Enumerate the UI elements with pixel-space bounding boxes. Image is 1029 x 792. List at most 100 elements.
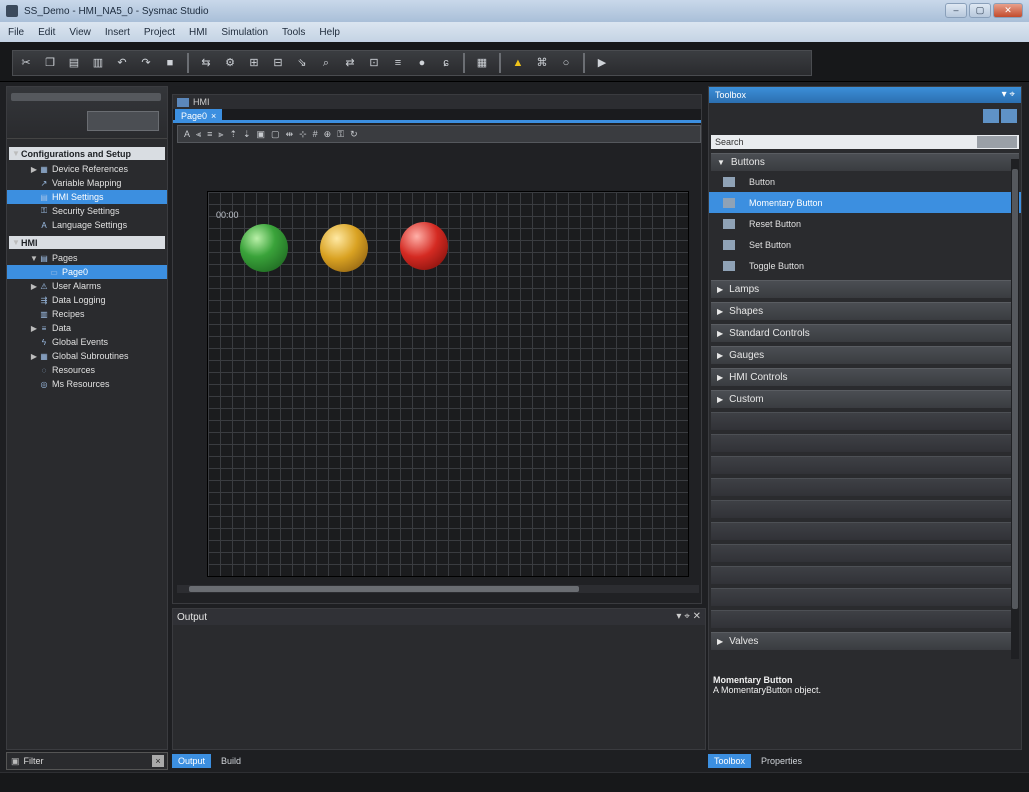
tree-item-device-references[interactable]: ▶ ▦ Device References: [7, 162, 167, 176]
design-canvas[interactable]: 00:00: [207, 191, 689, 577]
menu-help[interactable]: Help: [319, 27, 340, 38]
step-icon[interactable]: ▶: [595, 56, 609, 70]
menu-simulation[interactable]: Simulation: [221, 27, 268, 38]
list-view-icon[interactable]: [983, 109, 999, 123]
tab-toolbox[interactable]: Toolbox: [708, 754, 752, 768]
lock-icon[interactable]: ⚿: [337, 129, 344, 140]
align-center-icon[interactable]: ≡: [207, 129, 212, 139]
group-icon[interactable]: ▣: [257, 129, 266, 140]
tree-item-data-logging[interactable]: ⇶ Data Logging: [7, 293, 167, 307]
tree-item-variable-mapping[interactable]: ↗ Variable Mapping: [7, 176, 167, 190]
run-icon[interactable]: ○: [559, 56, 573, 70]
tree-header-hmi[interactable]: ▼ HMI: [9, 236, 165, 249]
stop-icon[interactable]: ɕ: [439, 56, 453, 70]
compile-icon[interactable]: ⇆: [199, 56, 213, 70]
transfer-icon[interactable]: ⇘: [295, 56, 309, 70]
group-obscured[interactable]: [711, 412, 1019, 430]
tab-properties[interactable]: Properties: [755, 754, 808, 768]
tree-header-config[interactable]: ▼ Configurations and Setup: [9, 147, 165, 160]
expand-arrow-icon[interactable]: ▶: [29, 165, 39, 174]
offline-icon[interactable]: ⊟: [271, 56, 285, 70]
minimize-button[interactable]: –: [945, 3, 967, 18]
cut-icon[interactable]: ✂: [19, 56, 33, 70]
filter-clear-icon[interactable]: ×: [152, 755, 164, 767]
tree-item-page0[interactable]: ▭ Page0: [7, 265, 167, 279]
close-tab-icon[interactable]: ×: [211, 111, 216, 121]
group-gauges[interactable]: ▶ Gauges: [711, 346, 1019, 364]
tree-item-user-alarms[interactable]: ▶ ⚠ User Alarms: [7, 279, 167, 293]
tab-output[interactable]: Output: [172, 754, 212, 768]
distribute-icon[interactable]: ⇹: [286, 129, 294, 140]
tree-item-ms-resources[interactable]: ◎ Ms Resources: [7, 377, 167, 391]
tree-item-hmi-settings[interactable]: ▤ HMI Settings: [7, 190, 167, 204]
collapse-arrow-icon[interactable]: ▼: [29, 254, 39, 263]
undo-icon[interactable]: ↶: [115, 56, 129, 70]
watch-icon[interactable]: ⊡: [367, 56, 381, 70]
output-window-controls[interactable]: ▾ ⌖ ✕: [676, 611, 701, 622]
toolbox-search-input[interactable]: Search: [711, 135, 1019, 149]
red-lamp[interactable]: [400, 222, 448, 270]
warning-icon[interactable]: ▲: [511, 56, 525, 70]
yellow-lamp[interactable]: [320, 224, 368, 272]
tool-momentary-button[interactable]: Momentary Button: [709, 192, 1021, 213]
group-obscured[interactable]: [711, 500, 1019, 518]
tool-toggle-button[interactable]: Toggle Button: [709, 255, 1021, 276]
close-button[interactable]: ✕: [993, 3, 1023, 18]
grid-icon[interactable]: #: [313, 129, 318, 139]
tree-item-global-subroutines[interactable]: ▶ ▦ Global Subroutines: [7, 349, 167, 363]
expand-arrow-icon[interactable]: ▶: [29, 282, 39, 291]
expand-arrow-icon[interactable]: ▶: [29, 352, 39, 361]
group-obscured[interactable]: [711, 610, 1019, 628]
align-right-icon[interactable]: ⫸: [218, 129, 223, 140]
cross-reference-icon[interactable]: ≡: [391, 56, 405, 70]
horizontal-scrollbar[interactable]: [177, 585, 699, 593]
tree-item-recipes[interactable]: ▥ Recipes: [7, 307, 167, 321]
font-icon[interactable]: A: [184, 129, 190, 139]
collapse-arrow-icon[interactable]: ▼: [11, 149, 21, 158]
tab-build[interactable]: Build: [215, 754, 247, 768]
group-custom[interactable]: ▶ Custom: [711, 390, 1019, 408]
bring-front-icon[interactable]: ⇡: [229, 129, 237, 140]
record-icon[interactable]: ●: [415, 56, 429, 70]
menu-tools[interactable]: Tools: [282, 27, 305, 38]
menu-file[interactable]: File: [8, 27, 24, 38]
scrollbar-thumb[interactable]: [1012, 169, 1018, 609]
menu-insert[interactable]: Insert: [105, 27, 130, 38]
tool-reset-button[interactable]: Reset Button: [709, 213, 1021, 234]
rotate-icon[interactable]: ↻: [350, 129, 358, 140]
paste-icon[interactable]: ▤: [67, 56, 81, 70]
ungroup-icon[interactable]: ▢: [271, 129, 280, 140]
tool-set-button[interactable]: Set Button: [709, 234, 1021, 255]
monitor-icon[interactable]: ⌘: [535, 56, 549, 70]
maximize-button[interactable]: ▢: [969, 3, 991, 18]
menu-edit[interactable]: Edit: [38, 27, 55, 38]
tree-item-resources[interactable]: ◌ Resources: [7, 363, 167, 377]
redo-icon[interactable]: ↷: [139, 56, 153, 70]
group-hmi-controls[interactable]: ▶ HMI Controls: [711, 368, 1019, 386]
group-buttons[interactable]: ▼ Buttons: [711, 153, 1019, 171]
tree-item-data[interactable]: ▶ ≡ Data: [7, 321, 167, 335]
group-lamps[interactable]: ▶ Lamps: [711, 280, 1019, 298]
group-obscured[interactable]: [711, 434, 1019, 452]
group-obscured[interactable]: [711, 544, 1019, 562]
search-options-icon[interactable]: [977, 136, 1017, 148]
group-obscured[interactable]: [711, 456, 1019, 474]
group-obscured[interactable]: [711, 566, 1019, 584]
tree-item-pages[interactable]: ▼ ▤ Pages: [7, 251, 167, 265]
group-obscured[interactable]: [711, 522, 1019, 540]
green-lamp[interactable]: [240, 224, 288, 272]
simulation-icon[interactable]: ▦: [475, 56, 489, 70]
collapse-arrow-icon[interactable]: ▼: [11, 238, 21, 247]
tree-item-security-settings[interactable]: ⚿ Security Settings: [7, 204, 167, 218]
pin-icon[interactable]: ▾ ⌖: [1002, 89, 1015, 100]
copy-icon[interactable]: ❐: [43, 56, 57, 70]
tab-page0[interactable]: Page0 ×: [175, 109, 223, 123]
filter-bar[interactable]: ▣ Filter ×: [6, 752, 168, 770]
tree-item-global-events[interactable]: ϟ Global Events: [7, 335, 167, 349]
delete-icon[interactable]: ▥: [91, 56, 105, 70]
replace-icon[interactable]: ⇄: [343, 56, 357, 70]
menu-project[interactable]: Project: [144, 27, 175, 38]
build-icon[interactable]: ⚙: [223, 56, 237, 70]
grid-view-icon[interactable]: [1001, 109, 1017, 123]
tree-item-language-settings[interactable]: A Language Settings: [7, 218, 167, 232]
